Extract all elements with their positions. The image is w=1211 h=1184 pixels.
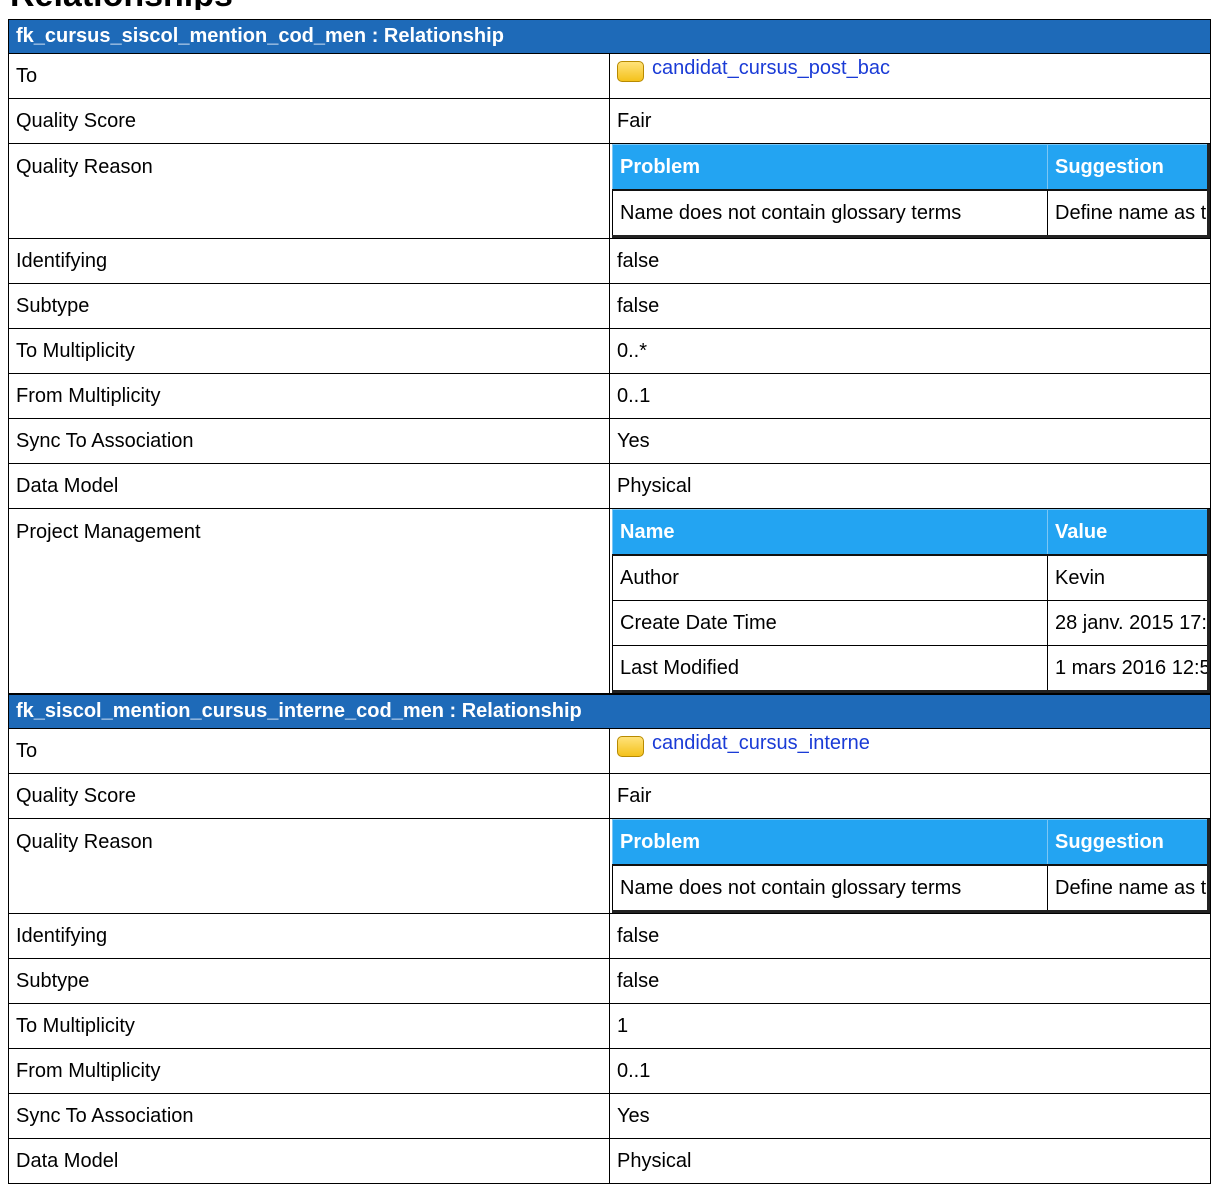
to-multiplicity-value: 0..* <box>609 328 1211 374</box>
table-row: Create Date Time 28 janv. 2015 17:40:24 <box>612 600 1210 646</box>
to-multiplicity-value: 1 <box>609 1003 1211 1049</box>
to-label: To <box>8 53 610 99</box>
problem-cell: Name does not contain glossary terms <box>612 189 1048 238</box>
suggestion-column-header: Suggestion <box>1047 144 1210 191</box>
project-management-label: Project Management <box>8 508 610 694</box>
quality-score-value: Fair <box>609 98 1211 144</box>
table-folder-icon <box>617 61 644 82</box>
problem-column-header: Problem <box>612 144 1048 191</box>
to-label: To <box>8 728 610 774</box>
table-row: Name does not contain glossary terms Def… <box>612 864 1210 913</box>
table-row: Last Modified 1 mars 2016 12:52:06 <box>612 645 1210 693</box>
subtype-label: Subtype <box>8 958 610 1004</box>
to-multiplicity-label: To Multiplicity <box>8 1003 610 1049</box>
pm-name-cell: Create Date Time <box>612 600 1048 646</box>
from-multiplicity-value: 0..1 <box>609 1048 1211 1094</box>
to-table-link[interactable]: candidat_cursus_post_bac <box>617 54 1203 98</box>
relationship-table-1: fk_cursus_siscol_mention_cod_men : Relat… <box>8 19 1211 694</box>
to-multiplicity-label: To Multiplicity <box>8 328 610 374</box>
identifying-value: false <box>609 238 1211 284</box>
table-folder-icon <box>617 736 644 757</box>
quality-reason-table: Problem Suggestion Name does not contain… <box>612 144 1210 238</box>
quality-score-label: Quality Score <box>8 773 610 819</box>
data-model-value: Physical <box>609 1138 1211 1184</box>
project-management-table: Name Value Author Kevin Create Date Time… <box>612 509 1210 693</box>
suggestion-column-header: Suggestion <box>1047 819 1210 866</box>
relationship-table-2: fk_siscol_mention_cursus_interne_cod_men… <box>8 694 1211 1184</box>
relationship-header: fk_cursus_siscol_mention_cod_men : Relat… <box>8 19 1211 54</box>
subtype-value: false <box>609 283 1211 329</box>
subtype-label: Subtype <box>8 283 610 329</box>
suggestion-cell: Define name as term in glossary <box>1047 189 1210 238</box>
quality-score-label: Quality Score <box>8 98 610 144</box>
to-table-link-text[interactable]: candidat_cursus_interne <box>652 732 870 755</box>
from-multiplicity-value: 0..1 <box>609 373 1211 419</box>
suggestion-cell: Define name as term in glossary <box>1047 864 1210 913</box>
relationship-header: fk_siscol_mention_cursus_interne_cod_men… <box>8 694 1211 729</box>
pm-value-cell: 28 janv. 2015 17:40:24 <box>1047 600 1210 646</box>
data-model-label: Data Model <box>8 1138 610 1184</box>
sync-to-association-value: Yes <box>609 418 1211 464</box>
problem-cell: Name does not contain glossary terms <box>612 864 1048 913</box>
to-table-link[interactable]: candidat_cursus_interne <box>617 729 1203 773</box>
pm-value-cell: Kevin <box>1047 554 1210 601</box>
quality-score-value: Fair <box>609 773 1211 819</box>
table-row: Name does not contain glossary terms Def… <box>612 189 1210 238</box>
page-title: Relationships <box>10 0 233 10</box>
quality-reason-label: Quality Reason <box>8 143 610 239</box>
data-model-label: Data Model <box>8 463 610 509</box>
from-multiplicity-label: From Multiplicity <box>8 373 610 419</box>
to-table-link-text[interactable]: candidat_cursus_post_bac <box>652 57 890 80</box>
problem-column-header: Problem <box>612 819 1048 866</box>
pm-value-cell: 1 mars 2016 12:52:06 <box>1047 645 1210 693</box>
sync-to-association-value: Yes <box>609 1093 1211 1139</box>
value-column-header: Value <box>1047 509 1210 556</box>
sync-to-association-label: Sync To Association <box>8 418 610 464</box>
name-column-header: Name <box>612 509 1048 556</box>
data-model-value: Physical <box>609 463 1211 509</box>
subtype-value: false <box>609 958 1211 1004</box>
identifying-label: Identifying <box>8 913 610 959</box>
identifying-value: false <box>609 913 1211 959</box>
quality-reason-label: Quality Reason <box>8 818 610 914</box>
quality-reason-table: Problem Suggestion Name does not contain… <box>612 819 1210 913</box>
pm-name-cell: Author <box>612 554 1048 601</box>
table-row: Author Kevin <box>612 554 1210 601</box>
from-multiplicity-label: From Multiplicity <box>8 1048 610 1094</box>
identifying-label: Identifying <box>8 238 610 284</box>
pm-name-cell: Last Modified <box>612 645 1048 693</box>
sync-to-association-label: Sync To Association <box>8 1093 610 1139</box>
